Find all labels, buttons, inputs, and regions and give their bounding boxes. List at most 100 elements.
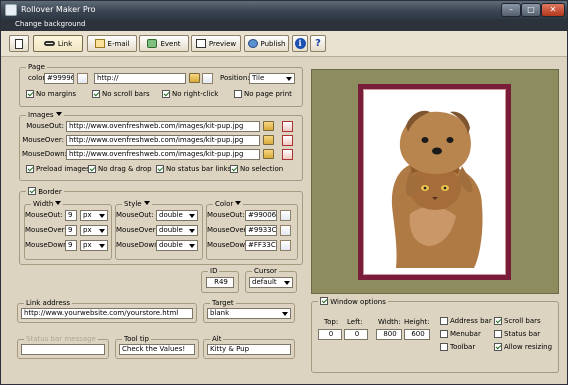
preview-button[interactable]: Preview bbox=[191, 35, 241, 52]
preload-images-label: Preload images bbox=[36, 165, 90, 173]
color-mouseover-label: MouseOver: bbox=[207, 226, 249, 234]
left-field[interactable]: 0 bbox=[344, 329, 368, 340]
style-mouseover-select[interactable]: double bbox=[156, 225, 198, 236]
chevron-down-icon bbox=[282, 312, 288, 316]
position-select[interactable]: Tile bbox=[249, 73, 295, 84]
color-legend[interactable]: Color bbox=[213, 200, 244, 208]
globe-icon bbox=[247, 39, 258, 48]
toolbar-checkbox[interactable]: Toolbar bbox=[440, 343, 475, 351]
no-page-print-checkbox[interactable]: No page print bbox=[234, 90, 292, 98]
email-button[interactable]: E-mail bbox=[87, 35, 137, 52]
menu-change-background[interactable]: Change background bbox=[15, 20, 85, 28]
width-legend[interactable]: Width bbox=[31, 200, 64, 208]
color-picker-icon[interactable] bbox=[280, 240, 291, 251]
no-margins-checkbox[interactable]: No margins bbox=[26, 90, 76, 98]
image-preview-icon[interactable] bbox=[282, 121, 293, 132]
link-button[interactable]: Link bbox=[33, 35, 83, 52]
preload-images-checkbox[interactable]: Preload images bbox=[26, 165, 90, 173]
target-select[interactable]: blank bbox=[207, 308, 291, 319]
link-label: Link bbox=[57, 39, 73, 48]
border-checkbox-icon[interactable] bbox=[28, 187, 36, 195]
page-background-url-field[interactable]: http:// bbox=[94, 73, 186, 84]
address-bar-label: Address bar bbox=[450, 317, 492, 325]
chevron-down-icon bbox=[99, 244, 105, 248]
close-button[interactable]: ✕ bbox=[541, 3, 565, 17]
cursor-group: Cursor default bbox=[245, 267, 297, 293]
window-options-legend[interactable]: Window options bbox=[318, 297, 388, 306]
no-scroll-bars-checkbox[interactable]: No scroll bars bbox=[92, 90, 150, 98]
color-mousedown-field[interactable]: #FF33CC bbox=[245, 240, 277, 251]
status-bar-message-field[interactable] bbox=[21, 344, 105, 355]
color-picker-icon[interactable] bbox=[77, 73, 88, 84]
event-label: Event bbox=[160, 39, 181, 48]
help-button[interactable]: ? bbox=[310, 35, 326, 52]
no-status-bar-links-checkbox[interactable]: No status bar links bbox=[156, 165, 231, 173]
tooltip-legend: Tool tip bbox=[122, 335, 151, 343]
width-mouseover-field[interactable]: 9 bbox=[65, 225, 77, 236]
window-width-field[interactable]: 800 bbox=[376, 329, 402, 340]
width-mousedown-unit[interactable]: px bbox=[80, 240, 108, 251]
checkbox-icon bbox=[26, 90, 34, 98]
chain-link-icon bbox=[43, 41, 55, 46]
window-height-field[interactable]: 600 bbox=[404, 329, 430, 340]
kitty-pup-photo[interactable] bbox=[370, 96, 500, 268]
maximize-button[interactable]: □ bbox=[521, 3, 541, 17]
event-button[interactable]: Event bbox=[139, 35, 189, 52]
chevron-down-icon bbox=[189, 214, 195, 218]
checkbox-icon bbox=[230, 165, 238, 173]
top-field[interactable]: 0 bbox=[318, 329, 342, 340]
checkbox-icon bbox=[440, 330, 448, 338]
folder-icon[interactable] bbox=[263, 149, 274, 159]
images-mousedown-label: MouseDown: bbox=[22, 150, 67, 158]
folder-icon[interactable] bbox=[189, 73, 200, 83]
link-address-field[interactable]: http://www.yourwebsite.com/yourstore.htm… bbox=[21, 308, 193, 319]
window-options-checkbox-icon[interactable] bbox=[320, 297, 328, 305]
images-mousedown-field[interactable]: http://www.ovenfreshweb.com/images/kit-p… bbox=[66, 149, 260, 160]
allow-resizing-checkbox[interactable]: Allow resizing bbox=[494, 343, 552, 351]
width-mouseout-field[interactable]: 9 bbox=[65, 210, 77, 221]
width-mousedown-field[interactable]: 9 bbox=[65, 240, 77, 251]
no-selection-checkbox[interactable]: No selection bbox=[230, 165, 283, 173]
color-mouseout-field[interactable]: #990066 bbox=[245, 210, 277, 221]
no-drag-drop-checkbox[interactable]: No drag & drop bbox=[88, 165, 152, 173]
scroll-bars-checkbox[interactable]: Scroll bars bbox=[494, 317, 541, 325]
no-right-click-checkbox[interactable]: No right-click bbox=[162, 90, 218, 98]
style-mouseout-select[interactable]: double bbox=[156, 210, 198, 221]
images-mouseout-field[interactable]: http://www.ovenfreshweb.com/images/kit-p… bbox=[66, 121, 260, 132]
checkbox-icon bbox=[26, 165, 34, 173]
minimize-button[interactable]: – bbox=[501, 3, 521, 17]
status-bar-checkbox[interactable]: Status bar bbox=[494, 330, 540, 338]
clear-icon[interactable] bbox=[202, 73, 213, 84]
menubar-checkbox[interactable]: Menubar bbox=[440, 330, 481, 338]
target-group: Target blank bbox=[203, 299, 295, 323]
color-picker-icon[interactable] bbox=[280, 225, 291, 236]
image-preview-icon[interactable] bbox=[282, 149, 293, 160]
alt-field[interactable]: Kitty & Pup bbox=[207, 344, 291, 355]
width-mouseout-unit[interactable]: px bbox=[80, 210, 108, 221]
cursor-select[interactable]: default bbox=[249, 277, 293, 288]
border-legend[interactable]: Border bbox=[26, 187, 64, 196]
folder-icon[interactable] bbox=[263, 121, 274, 131]
folder-icon[interactable] bbox=[263, 135, 274, 145]
info-button[interactable]: i bbox=[292, 35, 308, 52]
new-button[interactable] bbox=[9, 35, 29, 52]
tooltip-field[interactable]: Check the Values! bbox=[119, 344, 195, 355]
allow-resizing-label: Allow resizing bbox=[504, 343, 553, 351]
id-field[interactable]: R49 bbox=[206, 277, 234, 288]
publish-button[interactable]: Publish bbox=[244, 35, 289, 52]
color-mouseover-field[interactable]: #9933CC bbox=[245, 225, 277, 236]
images-mouseover-field[interactable]: http://www.ovenfreshweb.com/images/kit-p… bbox=[66, 135, 260, 146]
width-mouseover-unit[interactable]: px bbox=[80, 225, 108, 236]
scroll-bars-label: Scroll bars bbox=[504, 317, 541, 325]
address-bar-checkbox[interactable]: Address bar bbox=[440, 317, 492, 325]
images-legend[interactable]: Images bbox=[26, 111, 64, 119]
color-picker-icon[interactable] bbox=[280, 210, 291, 221]
page-color-field[interactable]: #999966 bbox=[44, 73, 74, 84]
style-mousedown-select[interactable]: double bbox=[156, 240, 198, 251]
dropdown-arrow-icon bbox=[143, 201, 150, 205]
window-options-group: Window options Top: 0 Left: 0 Width: 800… bbox=[311, 297, 559, 373]
checkbox-icon bbox=[494, 330, 502, 338]
style-legend[interactable]: Style bbox=[122, 200, 152, 208]
border-color-group: Color MouseOut: #990066 MouseOver: #9933… bbox=[206, 200, 298, 260]
image-preview-icon[interactable] bbox=[282, 135, 293, 146]
